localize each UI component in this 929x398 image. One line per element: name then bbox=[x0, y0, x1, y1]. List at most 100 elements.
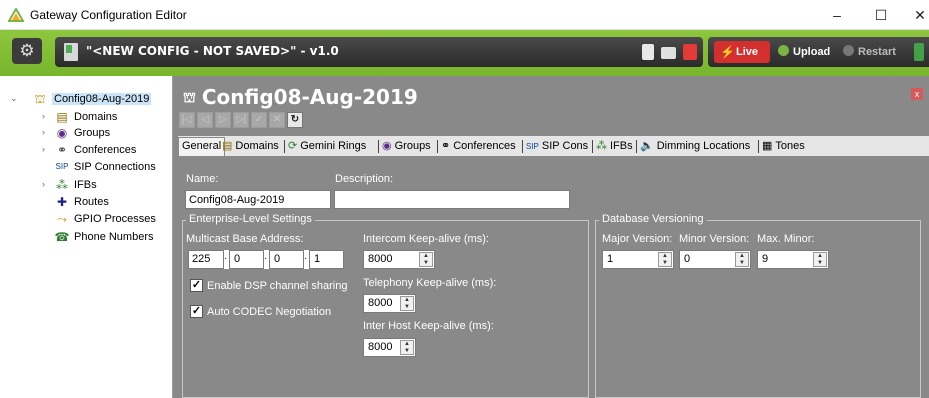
multicast-octet-1[interactable]: 225 bbox=[188, 250, 224, 269]
first-record-button[interactable]: |◁ bbox=[179, 112, 195, 128]
new-file-icon[interactable] bbox=[642, 44, 654, 60]
auto-codec-checkbox[interactable]: ✓ bbox=[190, 305, 203, 318]
tab-dimming-locations[interactable]: 🔈 Dimming Locations bbox=[640, 138, 750, 155]
database-versioning-title: Database Versioning bbox=[599, 213, 707, 225]
tab-divider bbox=[284, 140, 285, 153]
app-logo-icon bbox=[8, 8, 24, 22]
tab-ifbs[interactable]: ⁂ IFBs bbox=[596, 138, 633, 155]
upload-label: Upload bbox=[793, 46, 831, 58]
multicast-octet-2[interactable]: 0 bbox=[229, 250, 264, 269]
domains-icon: ▤ bbox=[56, 110, 68, 124]
live-button[interactable]: ⚡ Live bbox=[714, 41, 770, 63]
last-record-button[interactable]: ▷| bbox=[233, 112, 249, 128]
name-label: Name: bbox=[186, 173, 219, 185]
tab-divider bbox=[592, 140, 593, 153]
tones-icon: ▦ bbox=[762, 140, 773, 152]
multicast-label: Multicast Base Address: bbox=[186, 233, 304, 245]
intercom-keepalive-label: Intercom Keep-alive (ms): bbox=[363, 233, 489, 245]
enterprise-settings-title: Enterprise-Level Settings bbox=[186, 213, 315, 225]
save-icon[interactable] bbox=[683, 44, 697, 60]
stepper-arrows-icon[interactable]: ▲ ▼ bbox=[400, 340, 414, 355]
speaker-icon: 🔈 bbox=[640, 140, 654, 152]
stepper-arrows-icon[interactable]: ▲ ▼ bbox=[658, 252, 672, 267]
config-title: "<NEW CONFIG - NOT SAVED>" - v1.0 bbox=[86, 44, 339, 58]
building-icon: ⛫ bbox=[34, 92, 46, 106]
tab-sip-cons[interactable]: SIP SIP Cons bbox=[526, 138, 588, 155]
dsp-sharing-label: Enable DSP channel sharing bbox=[207, 280, 348, 292]
database-icon bbox=[914, 43, 924, 61]
tab-gemini-rings[interactable]: ⟳ Gemini Rings bbox=[288, 138, 366, 155]
open-folder-icon[interactable] bbox=[661, 47, 676, 59]
live-label: Live bbox=[736, 46, 759, 58]
auto-codec-label: Auto CODEC Negotiation bbox=[207, 306, 332, 318]
minimize-button[interactable]: – bbox=[822, 5, 852, 25]
tab-divider bbox=[636, 140, 637, 153]
tab-groups[interactable]: ◉ Groups bbox=[382, 138, 431, 155]
chevron-right-icon[interactable]: › bbox=[42, 111, 52, 121]
major-version-stepper[interactable]: 1 ▲ ▼ bbox=[602, 250, 674, 269]
minor-version-stepper[interactable]: 0 ▲ ▼ bbox=[679, 250, 751, 269]
database-versioning-group: Database Versioning bbox=[595, 213, 921, 398]
stepper-arrows-icon[interactable]: ▲ ▼ bbox=[419, 252, 433, 267]
max-minor-stepper[interactable]: 9 ▲ ▼ bbox=[757, 250, 829, 269]
stepper-arrows-icon[interactable]: ▲ ▼ bbox=[813, 252, 827, 267]
name-field[interactable] bbox=[185, 190, 331, 209]
major-version-label: Major Version: bbox=[602, 233, 673, 245]
close-window-button[interactable]: ✕ bbox=[905, 5, 929, 25]
refresh-button[interactable]: ↻ bbox=[287, 112, 303, 128]
ifbs-icon: ⁂ bbox=[596, 140, 607, 152]
maximize-button[interactable]: ☐ bbox=[866, 5, 896, 25]
sip-icon: SIP bbox=[55, 162, 69, 171]
discard-button[interactable]: ✕ bbox=[269, 112, 285, 128]
page-title: ⛫ Config08-Aug-2019 bbox=[183, 85, 418, 109]
general-tab-page: Name: Description: Enterprise-Level Sett… bbox=[178, 156, 929, 398]
deploy-toolbar: ⚡ Live Upload Restart bbox=[708, 37, 929, 67]
tab-general[interactable]: General bbox=[178, 137, 226, 156]
previous-record-button[interactable]: ◁ bbox=[197, 112, 213, 128]
tab-tones[interactable]: ▦ Tones bbox=[762, 138, 805, 155]
gear-icon: ⚙ bbox=[19, 41, 35, 60]
upload-icon bbox=[778, 45, 789, 56]
settings-button[interactable]: ⚙ bbox=[12, 38, 42, 64]
chevron-right-icon[interactable]: › bbox=[42, 144, 52, 154]
gemini-rings-icon: ⟳ bbox=[288, 140, 298, 152]
accept-button[interactable]: ✓ bbox=[251, 112, 267, 128]
minor-version-label: Minor Version: bbox=[679, 233, 750, 245]
max-minor-label: Max. Minor: bbox=[757, 233, 815, 245]
tab-divider bbox=[522, 140, 523, 153]
config-document-icon bbox=[64, 43, 78, 61]
tab-conferences[interactable]: ⚭ Conferences bbox=[441, 138, 516, 155]
intercom-keepalive-stepper[interactable]: 8000 ▲ ▼ bbox=[363, 250, 435, 269]
multicast-octet-3[interactable]: 0 bbox=[269, 250, 304, 269]
close-panel-button[interactable]: x bbox=[911, 88, 923, 100]
next-record-button[interactable]: ▷ bbox=[215, 112, 231, 128]
tree-item-root[interactable]: ⌄ ⛫ Config08-Aug-2019 bbox=[10, 92, 172, 108]
telephony-keepalive-stepper[interactable]: 8000 ▲ ▼ bbox=[363, 294, 416, 313]
chevron-right-icon[interactable]: › bbox=[42, 179, 52, 189]
ifbs-icon: ⁂ bbox=[56, 178, 68, 192]
chevron-right-icon[interactable]: › bbox=[42, 127, 52, 137]
title-bar: Gateway Configuration Editor – ☐ ✕ bbox=[0, 0, 929, 30]
description-label: Description: bbox=[335, 173, 394, 185]
main-panel: ⛫ Config08-Aug-2019 x |◁ ◁ ▷ ▷| ✓ ✕ ↻ Gen… bbox=[173, 76, 929, 398]
groups-icon: ◉ bbox=[382, 140, 392, 152]
groups-icon: ◉ bbox=[56, 126, 68, 140]
upload-button[interactable]: Upload bbox=[778, 45, 830, 58]
tab-bar: General ▤ Domains ⟳ Gemini Rings ◉ Groups ⚭… bbox=[178, 136, 929, 156]
tab-divider bbox=[378, 140, 379, 153]
restart-icon bbox=[843, 45, 854, 56]
telephony-keepalive-label: Telephony Keep-alive (ms): bbox=[363, 277, 497, 289]
dsp-sharing-checkbox[interactable]: ✓ bbox=[190, 279, 203, 292]
chevron-down-icon[interactable]: ⌄ bbox=[10, 93, 20, 104]
restart-button[interactable]: Restart bbox=[843, 45, 896, 58]
window-title: Gateway Configuration Editor bbox=[30, 8, 187, 22]
tab-domains[interactable]: ▤ Domains bbox=[222, 138, 279, 155]
restart-label: Restart bbox=[858, 46, 896, 58]
stepper-arrows-icon[interactable]: ▲ ▼ bbox=[735, 252, 749, 267]
stepper-arrows-icon[interactable]: ▲ ▼ bbox=[400, 296, 414, 311]
interhost-keepalive-stepper[interactable]: 8000 ▲ ▼ bbox=[363, 338, 416, 357]
interhost-keepalive-label: Inter Host Keep-alive (ms): bbox=[363, 320, 494, 332]
description-field[interactable] bbox=[334, 190, 570, 209]
multicast-octet-4[interactable]: 1 bbox=[309, 250, 344, 269]
routes-icon: ✚ bbox=[56, 195, 68, 209]
